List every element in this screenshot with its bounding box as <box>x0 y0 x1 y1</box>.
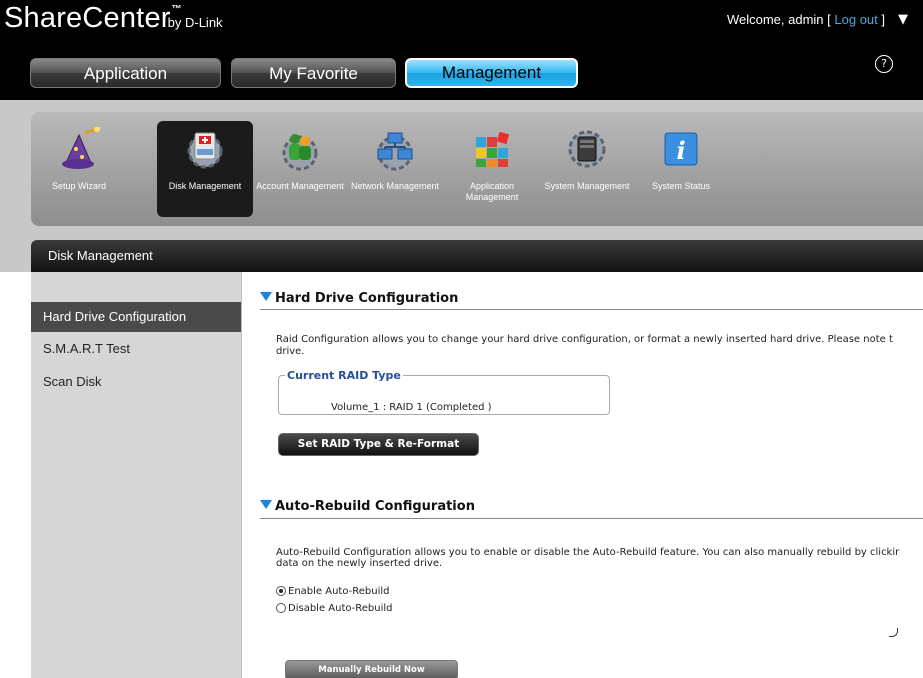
current-raid-type-box: Current RAID Type Volume_1 : RAID 1 (Com… <box>278 369 610 415</box>
disk-management-icon <box>187 132 223 169</box>
wizard-icon <box>62 127 100 169</box>
disable-auto-rebuild-radio[interactable] <box>276 603 286 613</box>
divider <box>260 518 923 519</box>
welcome-text: Welcome, admin [ Log out ] <box>726 12 885 27</box>
toolbar-item-system-management[interactable]: System Management <box>539 121 635 217</box>
collapse-triangle-icon[interactable] <box>260 292 272 301</box>
main-content: Hard Drive Configuration Raid Configurat… <box>242 272 923 678</box>
hard-drive-description-line-2: drive. <box>276 346 305 357</box>
section-title: Disk Management <box>31 240 923 272</box>
sidebar-item-scan-disk[interactable]: Scan Disk <box>31 367 241 397</box>
tab-management[interactable]: Management <box>405 58 578 88</box>
hard-drive-configuration-heading[interactable]: Hard Drive Configuration <box>260 291 458 306</box>
toolbar-item-network-management[interactable]: Network Management <box>347 121 443 217</box>
set-raid-type-reformat-button[interactable]: Set RAID Type & Re-Format <box>278 433 479 456</box>
svg-text:i: i <box>676 136 685 165</box>
hard-drive-description-line-1: Raid Configuration allows you to change … <box>276 334 893 345</box>
application-management-icon <box>476 131 510 167</box>
divider <box>260 309 923 310</box>
disable-auto-rebuild-option[interactable]: Disable Auto-Rebuild <box>276 603 393 614</box>
tab-my-favorite[interactable]: My Favorite <box>231 58 396 88</box>
toolbar-item-system-status[interactable]: i System Status <box>633 121 729 217</box>
collapse-triangle-icon[interactable] <box>260 500 272 509</box>
tab-application[interactable]: Application <box>30 58 221 88</box>
enable-auto-rebuild-option[interactable]: Enable Auto-Rebuild <box>276 586 390 597</box>
toolbar-item-application-management[interactable]: Application Management <box>444 121 540 217</box>
toolbar-item-disk-management[interactable]: Disk Management <box>157 121 253 217</box>
system-status-icon: i <box>664 132 698 166</box>
management-toolbar: Setup Wizard Disk Management Account Man… <box>31 112 923 226</box>
enable-auto-rebuild-radio[interactable] <box>276 586 286 596</box>
sidebar-item-smart-test[interactable]: S.M.A.R.T Test <box>31 334 241 364</box>
help-icon[interactable]: ? <box>875 55 893 73</box>
top-bar: ShareCenter™by D-Link Welcome, admin [ L… <box>0 0 923 100</box>
current-raid-type-value: Volume_1 : RAID 1 (Completed ) <box>331 402 492 413</box>
toolbar-item-account-management[interactable]: Account Management <box>252 121 348 217</box>
system-management-icon <box>568 130 606 168</box>
auto-rebuild-configuration-heading[interactable]: Auto-Rebuild Configuration <box>260 499 475 514</box>
sharecenter-logo: ShareCenter™by D-Link <box>4 2 223 34</box>
account-management-icon <box>282 134 318 171</box>
manually-rebuild-now-button[interactable]: Manually Rebuild Now <box>285 660 458 678</box>
auto-rebuild-description-line-2: data on the newly inserted drive. <box>276 558 443 569</box>
current-raid-type-legend: Current RAID Type <box>287 369 401 382</box>
sidebar-item-hard-drive-configuration[interactable]: Hard Drive Configuration <box>31 302 241 332</box>
logout-link[interactable]: Log out <box>834 12 877 27</box>
network-management-icon <box>377 132 413 171</box>
user-menu-caret-icon[interactable]: ▼ <box>898 12 908 27</box>
sidebar: Hard Drive Configuration S.M.A.R.T Test … <box>31 272 242 678</box>
toolbar-item-setup-wizard[interactable]: Setup Wizard <box>31 121 127 217</box>
